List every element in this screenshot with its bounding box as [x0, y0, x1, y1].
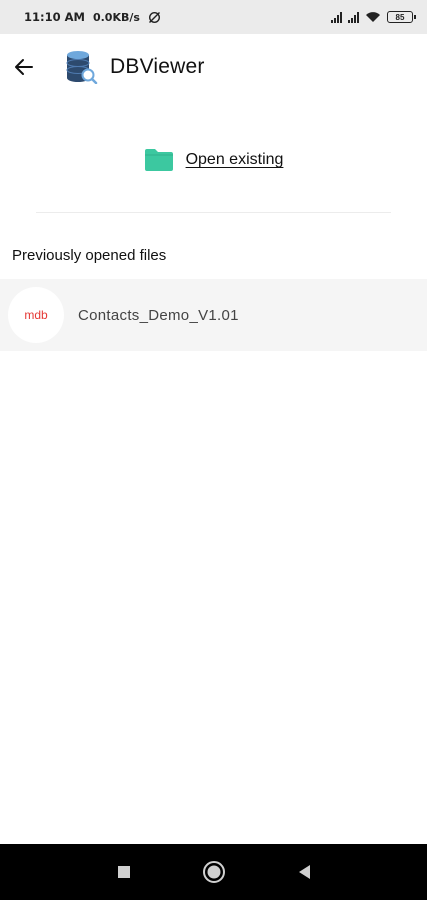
- home-button[interactable]: [202, 860, 226, 884]
- recents-button[interactable]: [112, 860, 136, 884]
- recents-square-icon: [117, 866, 130, 878]
- arrow-left-icon: [15, 59, 33, 75]
- back-button[interactable]: [0, 43, 48, 91]
- file-type-badge: mdb: [8, 287, 64, 343]
- database-search-icon: [66, 51, 98, 84]
- system-nav-bar: [0, 844, 427, 900]
- wifi-icon: [366, 12, 380, 22]
- recent-file-row[interactable]: mdb Contacts_Demo_V1.01: [0, 279, 427, 351]
- data-saver-icon: [148, 11, 160, 23]
- status-left: 11:10 AM 0.0KB/s: [24, 10, 161, 24]
- divider: [36, 212, 391, 213]
- status-time: 11:10 AM: [24, 10, 85, 24]
- signal-icon-2: [348, 11, 359, 23]
- battery-level: 85: [395, 12, 405, 22]
- recent-files-heading: Previously opened files: [12, 247, 167, 264]
- status-right: 85: [331, 11, 416, 23]
- battery-icon: 85: [387, 11, 416, 23]
- home-circle-icon: [202, 861, 225, 883]
- app-title: DBViewer: [110, 55, 205, 78]
- file-name: Contacts_Demo_V1.01: [78, 306, 239, 324]
- nav-back-button[interactable]: [292, 860, 316, 884]
- signal-icon: [331, 11, 342, 23]
- network-speed: 0.0KB/s: [92, 10, 140, 24]
- status-bar: 11:10 AM 0.0KB/s 85: [0, 0, 427, 34]
- open-existing-button[interactable]: Open existing: [0, 148, 427, 172]
- open-existing-label: Open existing: [185, 151, 284, 168]
- folder-icon: [144, 149, 173, 171]
- back-triangle-icon: [298, 865, 310, 879]
- app-bar: DBViewer: [0, 34, 427, 100]
